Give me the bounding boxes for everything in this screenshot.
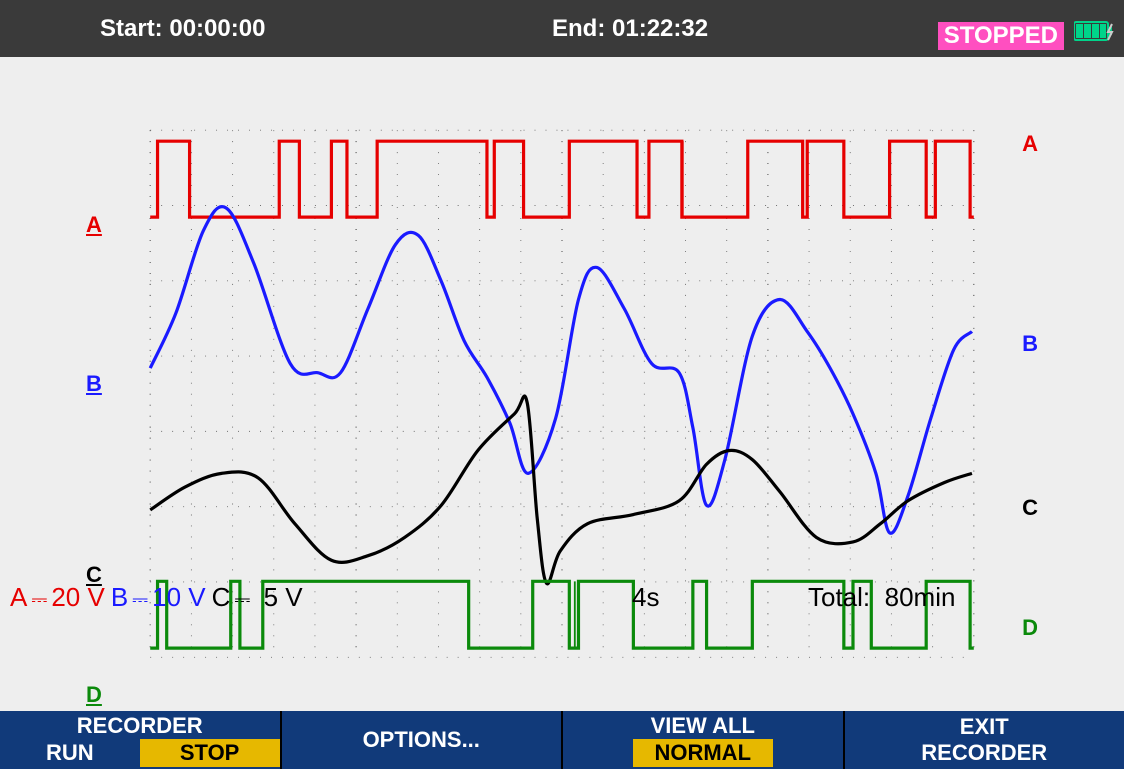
info-bar: A⎓20 V B⎓10 V C⎓ 5 V 4s Total: 80min [0, 581, 1124, 613]
recorder-button[interactable]: RECORDER RUN STOP [0, 711, 280, 769]
scale-a: A⎓20 V [10, 582, 105, 613]
status-badge: STOPPED [938, 22, 1064, 50]
scale-c: C⎓ 5 V [212, 582, 303, 613]
start-time: Start: 00:00:00 [100, 15, 265, 43]
options-button[interactable]: OPTIONS... [280, 711, 562, 769]
button-bar: RECORDER RUN STOP OPTIONS... VIEW ALL NO… [0, 711, 1124, 769]
normal-button[interactable]: NORMAL [633, 739, 773, 767]
channel-d-label-right: D [1022, 615, 1038, 641]
channel-d-label-left: D [86, 682, 102, 708]
channel-b-label-right: B [1022, 331, 1038, 357]
time-div: 4s [632, 582, 659, 613]
channel-b-label-left: B [86, 371, 102, 397]
exit-recorder-button[interactable]: EXIT RECORDER [843, 711, 1124, 769]
channel-a-label-left: A [86, 212, 102, 238]
run-button[interactable]: RUN [0, 739, 140, 767]
viewall-button[interactable]: VIEW ALL NORMAL [561, 711, 843, 769]
stop-button[interactable]: STOP [140, 739, 280, 767]
end-time: End: 01:22:32 [552, 15, 708, 43]
battery-icon [1074, 20, 1114, 42]
total-time: Total: 80min [808, 582, 955, 613]
scale-b: B⎓10 V [111, 582, 206, 613]
channel-a-label-right: A [1022, 131, 1038, 157]
header-bar: Start: 00:00:00 End: 01:22:32 STOPPED [0, 0, 1124, 57]
channel-c-label-right: C [1022, 495, 1038, 521]
waveform-display[interactable]: A B C D A B C D A⎓20 V B⎓10 V C⎓ 5 V 4s … [0, 57, 1124, 671]
